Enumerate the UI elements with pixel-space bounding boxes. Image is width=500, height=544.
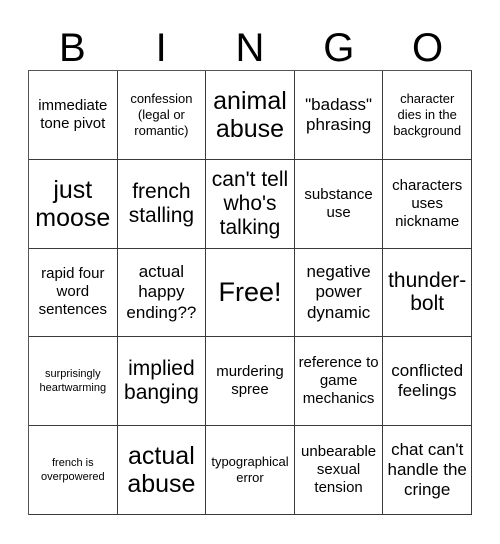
header-letter-o: O	[412, 26, 444, 70]
bingo-cell[interactable]: chat can't handle the cringe	[383, 426, 472, 515]
bingo-cell-label: murdering spree	[216, 363, 284, 399]
bingo-cell-label: french is overpowered	[41, 457, 105, 484]
bingo-cell[interactable]: actual abuse	[117, 426, 207, 515]
bingo-cell-label: conflicted feelings	[391, 361, 464, 401]
bingo-cell-label: actual happy ending??	[126, 262, 197, 322]
bingo-cell[interactable]: conflicted feelings	[383, 337, 472, 427]
bingo-cell-label: negative power dynamic	[306, 262, 371, 322]
bingo-cell-label: confession (legal or romantic)	[130, 91, 193, 138]
bingo-cell-label: Free!	[218, 276, 282, 307]
bingo-cell-label: surprisingly heartwarming	[39, 368, 107, 395]
bingo-cell[interactable]: character dies in the background	[383, 71, 472, 160]
bingo-grid: immediate tone pivot confession (legal or…	[28, 70, 472, 515]
header-letter-g: G	[323, 26, 355, 70]
bingo-cell[interactable]: confession (legal or romantic)	[117, 71, 207, 160]
bingo-cell[interactable]: immediate tone pivot	[29, 71, 118, 160]
bingo-cell[interactable]: rapid four word sentences	[29, 248, 118, 338]
bingo-cell[interactable]: unbearable sexual tension	[294, 426, 384, 515]
bingo-cell[interactable]: negative power dynamic	[294, 248, 384, 338]
bingo-cell[interactable]: Free!	[206, 248, 295, 338]
bingo-header-row: B I N G O	[28, 16, 472, 70]
bingo-cell-label: "badass" phrasing	[305, 94, 373, 134]
bingo-cell-label: substance use	[304, 185, 373, 221]
bingo-cell-label: typographical error	[211, 454, 289, 486]
bingo-cell[interactable]: surprisingly heartwarming	[29, 337, 118, 427]
bingo-cell[interactable]: "badass" phrasing	[294, 71, 384, 160]
bingo-cell[interactable]: actual happy ending??	[117, 248, 207, 338]
bingo-cell-label: thunder-bolt	[388, 268, 467, 316]
bingo-cell[interactable]: typographical error	[206, 426, 295, 515]
bingo-cell[interactable]: substance use	[294, 159, 384, 249]
bingo-cell-label: can't tell who's talking	[211, 167, 289, 239]
bingo-cell-label: actual abuse	[127, 442, 196, 499]
bingo-cell-label: french stalling	[128, 179, 195, 227]
bingo-cell-label: immediate tone pivot	[38, 96, 108, 132]
bingo-cell[interactable]: reference to game mechanics	[294, 337, 384, 427]
header-letter-b: B	[59, 26, 86, 70]
bingo-cell-label: characters uses nickname	[392, 176, 463, 230]
bingo-card: B I N G O immediate tone pivot confession…	[0, 0, 500, 544]
bingo-cell-label: unbearable sexual tension	[301, 443, 377, 497]
bingo-cell[interactable]: animal abuse	[206, 71, 295, 160]
bingo-cell[interactable]: can't tell who's talking	[206, 159, 295, 249]
bingo-cell[interactable]: french is overpowered	[29, 426, 118, 515]
bingo-cell-label: just moose	[35, 175, 111, 232]
bingo-cell[interactable]: implied banging	[117, 337, 207, 427]
header-letter-i: I	[155, 26, 167, 70]
bingo-cell[interactable]: characters uses nickname	[383, 159, 472, 249]
bingo-cell-label: reference to game mechanics	[298, 354, 379, 408]
bingo-cell-label: implied banging	[124, 357, 199, 405]
bingo-cell-label: chat can't handle the cringe	[387, 440, 467, 500]
header-letter-n: N	[235, 26, 265, 70]
bingo-cell[interactable]: french stalling	[117, 159, 207, 249]
bingo-cell[interactable]: just moose	[29, 159, 118, 249]
bingo-cell-label: character dies in the background	[393, 91, 462, 138]
bingo-cell-label: animal abuse	[213, 86, 287, 143]
bingo-cell[interactable]: thunder-bolt	[383, 248, 472, 338]
bingo-cell[interactable]: murdering spree	[206, 337, 295, 427]
bingo-cell-label: rapid four word sentences	[38, 265, 107, 319]
